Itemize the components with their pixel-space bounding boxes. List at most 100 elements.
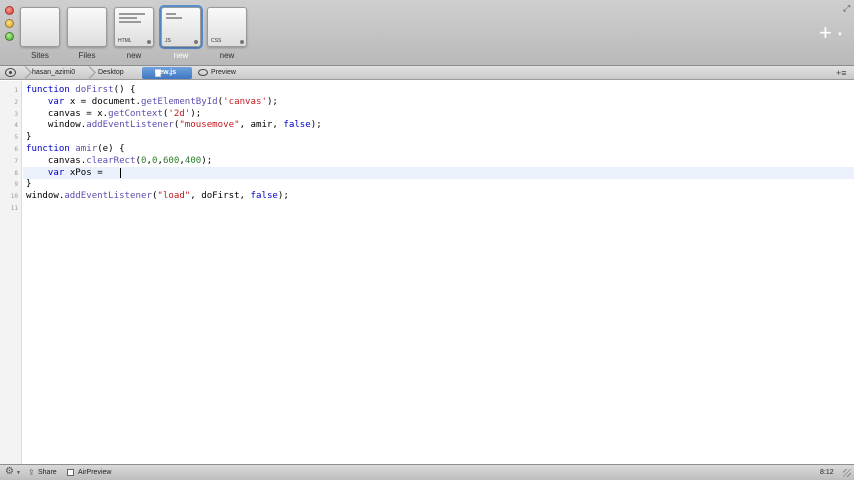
path-separator	[24, 66, 30, 80]
code-token: canvas.	[26, 155, 87, 166]
code-token: );	[266, 96, 278, 107]
code-token: xPos =	[64, 167, 109, 178]
code-token: window.	[26, 120, 87, 131]
code-token: (e) {	[97, 144, 125, 154]
close-window-button[interactable]	[5, 6, 14, 15]
chevron-down-icon: ▾	[155, 70, 159, 76]
unsaved-dot-icon	[194, 40, 198, 44]
minimize-window-button[interactable]	[5, 19, 14, 28]
code-token: function	[26, 85, 76, 95]
tab-html-document[interactable]: HTML new	[112, 5, 156, 63]
zoom-window-button[interactable]	[5, 32, 14, 41]
code-token: );	[277, 191, 289, 202]
line-number: 2	[14, 98, 18, 106]
line-number: 11	[10, 205, 18, 212]
breadcrumb-user[interactable]: hasan_azimi0	[32, 69, 75, 76]
split-view-icon[interactable]: +≡	[836, 68, 847, 78]
js-thumbnail: JS	[161, 7, 201, 47]
path-separator	[88, 66, 94, 80]
line-number: 8	[14, 169, 18, 177]
code-token: 600	[162, 155, 180, 166]
files-thumbnail	[67, 7, 107, 47]
resize-grip-icon[interactable]	[843, 469, 851, 477]
airpreview-label: AirPreview	[78, 469, 112, 476]
code-token: );	[190, 108, 202, 119]
airpreview-checkbox[interactable]	[67, 469, 74, 476]
line-number: 9	[14, 181, 18, 189]
line-number-gutter: 1 2 3 4 5 6 7 8 9 10 11	[0, 81, 22, 464]
tab-files[interactable]: Files	[65, 5, 109, 63]
tab-css-document[interactable]: CSS new	[205, 5, 249, 63]
code-token: var	[47, 167, 65, 178]
tab-type-tag: JS	[165, 38, 171, 44]
code-token: }	[26, 132, 32, 143]
line-number: 7	[14, 157, 18, 165]
tab-bar: Sites Files HTML new JS new CSS new + ▼ …	[0, 0, 854, 66]
code-token: );	[310, 120, 322, 131]
code-token: amir	[75, 144, 98, 154]
code-token: "mousemove"	[179, 120, 240, 131]
path-bar: hasan_azimi0 Desktop new.js ▾ Preview +≡	[0, 66, 854, 80]
share-label: Share	[38, 469, 57, 476]
document-preview-icon	[166, 13, 192, 21]
code-line: function doFirst() {	[26, 84, 136, 96]
code-line: }	[26, 178, 31, 190]
eye-icon[interactable]	[5, 68, 16, 77]
code-token: getElementById	[141, 96, 218, 107]
line-number: 5	[14, 134, 18, 142]
code-token: );	[201, 155, 213, 166]
code-line: }	[26, 131, 31, 143]
code-token: addEventListener	[86, 120, 174, 131]
code-token: var	[47, 96, 65, 107]
unsaved-dot-icon	[240, 40, 244, 44]
code-line: window.addEventListener("load", doFirst,…	[26, 190, 289, 202]
fullscreen-icon[interactable]: ⤢	[843, 3, 850, 14]
chevron-down-icon[interactable]: ▼	[16, 470, 21, 476]
code-line: canvas = x.getContext('2d');	[26, 108, 201, 120]
code-token: x = document.	[64, 96, 141, 107]
plus-icon[interactable]: +	[819, 22, 832, 44]
preview-button[interactable]: Preview	[211, 69, 236, 76]
code-token: 'canvas'	[223, 96, 267, 107]
code-token: () {	[113, 85, 136, 95]
code-token: "load"	[157, 191, 191, 202]
line-number: 4	[14, 122, 18, 130]
code-token: }	[26, 179, 32, 190]
gear-icon[interactable]: ⚙	[5, 467, 14, 477]
code-line: canvas.clearRect(0,0,600,400);	[26, 155, 212, 167]
code-token: , amir,	[239, 120, 284, 131]
code-token: clearRect	[86, 155, 136, 166]
breadcrumb-desktop[interactable]: Desktop	[98, 69, 124, 76]
code-line: function amir(e) {	[26, 143, 125, 155]
code-token: doFirst	[75, 85, 114, 95]
code-token: canvas = x.	[26, 108, 109, 119]
line-number: 3	[14, 110, 18, 118]
status-bar: ⚙ ▼ ⇪ Share AirPreview 8:12	[0, 464, 854, 480]
file-name: new.js	[155, 69, 177, 76]
tab-sites[interactable]: Sites	[18, 5, 62, 63]
unsaved-dot-icon	[147, 40, 151, 44]
line-number: 6	[14, 146, 18, 153]
code-token: false	[283, 120, 311, 131]
chevron-down-icon[interactable]: ▼	[837, 32, 843, 38]
code-line: var xPos =	[26, 167, 108, 179]
tab-label: new	[219, 51, 235, 60]
css-thumbnail: CSS	[207, 7, 247, 47]
code-token: addEventListener	[64, 191, 152, 202]
tab-type-tag: HTML	[118, 38, 132, 44]
code-line: window.addEventListener("mousemove", ami…	[26, 119, 322, 131]
code-token: 400	[184, 155, 202, 166]
code-token: '2d'	[168, 108, 191, 119]
line-number: 1	[14, 87, 18, 94]
code-token: window.	[26, 191, 65, 202]
sites-thumbnail	[20, 7, 60, 47]
breadcrumb-current-file[interactable]: new.js ▾	[142, 67, 192, 79]
text-cursor	[120, 168, 121, 178]
document-preview-icon	[119, 13, 145, 25]
tab-type-tag: CSS	[211, 38, 222, 44]
code-token: getContext	[108, 108, 163, 119]
cursor-position: 8:12	[820, 469, 834, 476]
code-token: false	[250, 191, 278, 202]
